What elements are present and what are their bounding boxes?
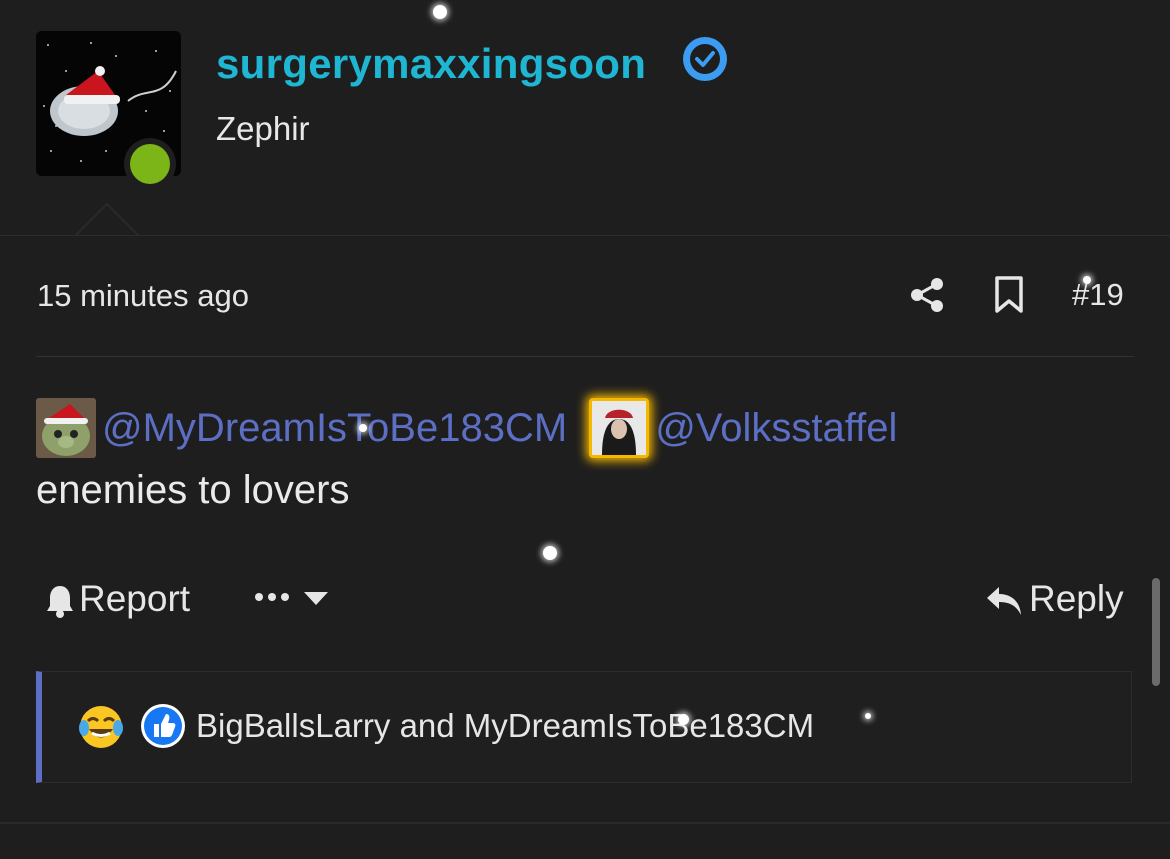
more-actions-menu[interactable] xyxy=(254,585,330,616)
mention-avatar-volksstaffel[interactable] xyxy=(589,398,650,458)
mention-avatar-mydreamistobe183cm[interactable] xyxy=(36,398,96,458)
bookmark-icon[interactable] xyxy=(993,276,1025,314)
like-icon xyxy=(141,704,185,748)
verified-badge-icon xyxy=(683,37,727,81)
reactions-bar[interactable]: BigBallsLarry and MyDreamIsToBe183CM xyxy=(36,671,1132,783)
share-icon[interactable] xyxy=(908,276,946,314)
post-divider xyxy=(36,356,1134,357)
bell-icon xyxy=(47,586,73,619)
chevron-down-icon xyxy=(304,592,328,605)
joy-emoji-icon xyxy=(79,706,123,748)
report-label: Report xyxy=(79,578,191,619)
snowflake-decoration xyxy=(678,714,689,725)
reply-button[interactable]: Reply xyxy=(985,578,1124,620)
author-username[interactable]: surgerymaxxingsoon xyxy=(216,40,646,88)
online-status-indicator xyxy=(124,138,176,190)
more-options-icon xyxy=(255,592,328,605)
snowflake-decoration xyxy=(865,713,871,719)
snowflake-decoration xyxy=(1083,276,1091,284)
snowflake-decoration xyxy=(359,424,367,432)
header-divider xyxy=(0,235,1170,236)
author-title: Zephir xyxy=(216,110,310,147)
post-body: enemies to lovers xyxy=(36,468,350,512)
reply-arrow-icon xyxy=(987,587,1021,616)
snowflake-decoration xyxy=(543,546,557,560)
mention-line: @MyDreamIsToBe183CM @Volksstaffel xyxy=(36,398,897,458)
reply-label: Reply xyxy=(1029,578,1124,619)
snowflake-decoration xyxy=(433,5,447,19)
post-timestamp[interactable]: 15 minutes ago xyxy=(37,278,249,314)
reactors-list[interactable]: BigBallsLarry and MyDreamIsToBe183CM xyxy=(196,707,814,745)
mention-link-mydreamistobe183cm[interactable]: @MyDreamIsToBe183CM xyxy=(102,406,567,450)
report-button[interactable]: Report xyxy=(45,578,190,620)
mention-link-volksstaffel[interactable]: @Volksstaffel xyxy=(655,406,897,450)
post-bottom-divider xyxy=(0,822,1170,824)
post-number[interactable]: #19 xyxy=(1072,277,1124,313)
scrollbar[interactable] xyxy=(1152,578,1160,686)
